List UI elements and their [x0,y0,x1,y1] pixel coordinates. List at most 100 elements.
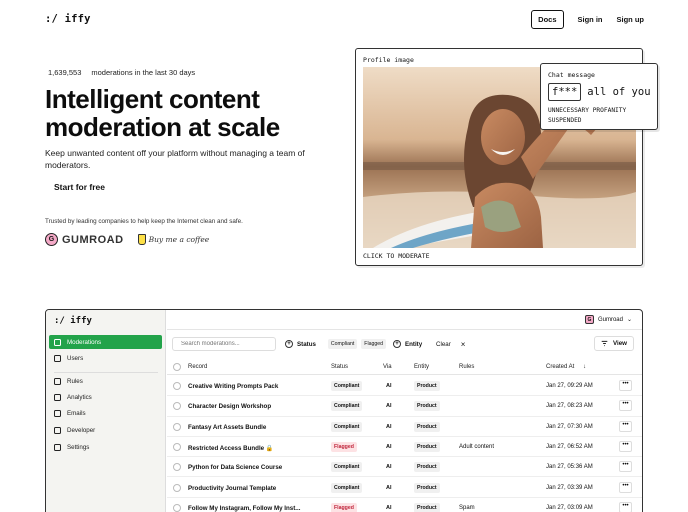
clear-filters-button[interactable]: Clear × [436,337,465,351]
clear-label: Clear [436,340,451,348]
view-label: View [613,340,627,347]
plus-circle-icon: + [285,340,293,348]
record-name[interactable]: Character Design Workshop [188,403,271,410]
col-entity[interactable]: Entity [414,364,429,370]
sidebar-item-analytics[interactable]: Analytics [49,390,162,404]
table-row[interactable]: Restricted Access Bundle 🔒 Flagged AI Produ… [167,437,642,458]
table-row[interactable]: Productivity Journal Template Compliant AI… [167,478,642,498]
col-record[interactable]: Record [188,364,207,370]
via-value: AI [386,403,392,410]
buymeacoffee-logo: Buy me a coffee [137,234,210,245]
sidebar-item-rules[interactable]: Rules [49,374,162,388]
table-row[interactable]: Python for Data Science Course Compliant A… [167,457,642,478]
status-badge: Compliant [331,482,363,493]
record-name[interactable]: Restricted Access Bundle 🔒 [188,444,274,452]
gumroad-wordmark: GUMROAD [62,233,124,246]
buymeacoffee-wordmark: Buy me a coffee [148,235,210,244]
select-all-checkbox[interactable] [173,363,181,371]
view-options-button[interactable]: View [594,336,634,351]
table-row[interactable]: Character Design Workshop Compliant AI Prod… [167,396,642,417]
more-actions-button[interactable]: ••• [619,461,632,473]
created-at-value: Jan 27, 03:09 AM [546,504,593,511]
row-checkbox[interactable] [173,463,181,472]
created-at-value: Jan 27, 05:36 AM [546,464,593,471]
status-badge: Flagged [331,502,357,512]
record-name[interactable]: Follow My Instagram, Follow My Inst... [188,505,300,512]
sidebar-item-developer[interactable]: Developer [49,423,162,437]
status-pill-flagged: Flagged [361,339,387,349]
via-value: AI [386,484,392,491]
reason-suspended: SUSPENDED [548,117,582,124]
moderations-icon [54,338,61,346]
col-status[interactable]: Status [331,364,348,370]
stat-number: 1,639,553 [48,68,82,77]
hero-subhead: Keep unwanted content off your platform … [45,148,305,170]
record-name[interactable]: Fantasy Art Assets Bundle [188,424,266,431]
chat-message-text: f*** all of you [548,83,651,101]
status-filter[interactable]: + Status Compliant Flagged [285,337,387,351]
col-rules[interactable]: Rules [459,364,474,370]
entity-tag: Product [414,381,440,391]
table-row[interactable]: Fantasy Art Assets Bundle Compliant AI Prod… [167,417,642,437]
more-actions-button[interactable]: ••• [619,440,632,452]
dashboard-preview: :/ iffy Moderations Users Rules Analytic… [45,309,643,512]
sidebar-item-label: Rules [67,377,83,385]
record-name[interactable]: Productivity Journal Template [188,485,276,492]
sign-in-link[interactable]: Sign in [578,15,603,24]
sidebar-item-moderations[interactable]: Moderations [49,335,162,349]
record-name[interactable]: Creative Writing Prompts Pack [188,383,278,390]
filter-bar: + Status Compliant Flagged + Entity Clea… [167,334,642,354]
stat-text: moderations in the last 30 days [91,68,196,77]
click-to-moderate-label[interactable]: CLICK TO MODERATE [363,252,430,260]
via-value: AI [386,383,392,389]
status-badge: Flagged [331,441,357,452]
sort-arrow-icon[interactable]: ↓ [583,364,586,370]
entity-tag: Product [414,441,440,452]
top-nav: Docs Sign in Sign up [531,10,644,29]
row-checkbox[interactable] [173,483,181,492]
coffee-cup-icon [137,234,146,245]
sidebar: :/ iffy Moderations Users Rules Analytic… [46,310,166,512]
docs-button[interactable]: Docs [531,10,564,29]
reason-profanity: UNNECESSARY PROFANITY [548,107,627,114]
row-checkbox[interactable] [173,503,181,512]
table-row[interactable]: Follow My Instagram, Follow My Inst... Fl… [167,498,642,512]
hero-headline: Intelligent content moderation at scale [45,84,280,142]
record-name[interactable]: Python for Data Science Course [188,464,282,471]
sidebar-item-emails[interactable]: Emails [49,406,162,420]
sidebar-item-users[interactable]: Users [49,351,162,365]
created-at-value: Jan 27, 07:30 AM [546,423,593,430]
sign-up-link[interactable]: Sign up [617,15,645,24]
code-icon [54,426,61,434]
search-input[interactable] [172,337,276,351]
more-actions-button[interactable]: ••• [619,400,632,412]
more-actions-button[interactable]: ••• [619,501,632,512]
row-checkbox[interactable] [173,402,181,411]
status-badge: Compliant [331,421,363,432]
chat-message-card[interactable]: Chat message f*** all of you UNNECESSARY… [540,63,658,130]
status-badge: Compliant [331,462,363,473]
dashboard-topbar: G Gumroad ⌄ [167,310,642,330]
more-actions-button[interactable]: ••• [619,420,632,432]
sidebar-logo[interactable]: :/ iffy [54,316,92,326]
row-checkbox[interactable] [173,422,181,431]
more-actions-button[interactable]: ••• [619,380,632,391]
rules-value: Spam [459,504,475,511]
moderation-reason: UNNECESSARY PROFANITY SUSPENDED [548,106,626,126]
entity-tag: Product [414,482,440,493]
brand-logo[interactable]: :/ iffy [45,13,91,25]
entity-filter[interactable]: + Entity [393,337,422,351]
sidebar-item-settings[interactable]: Settings [49,440,162,454]
sidebar-item-label: Settings [67,443,90,451]
col-created-at[interactable]: Created At [546,364,574,370]
table-row[interactable]: Creative Writing Prompts Pack Compliant AI… [167,376,642,397]
status-pill-compliant: Compliant [327,339,358,349]
gear-icon [54,443,61,451]
sidebar-item-label: Developer [67,426,96,434]
row-checkbox[interactable] [173,442,181,451]
account-switcher[interactable]: G Gumroad ⌄ [584,315,632,324]
row-checkbox[interactable] [173,382,181,390]
more-actions-button[interactable]: ••• [619,481,632,493]
col-via[interactable]: Via [383,364,392,370]
start-free-button[interactable]: Start for free [46,178,113,196]
